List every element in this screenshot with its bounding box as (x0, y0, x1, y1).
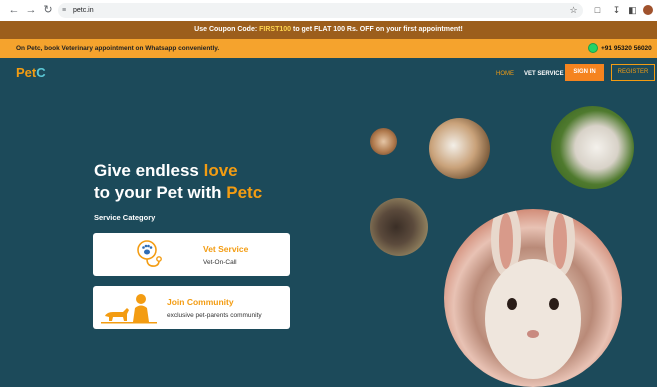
pet-community-icon (101, 294, 157, 324)
forward-icon[interactable]: → (24, 3, 38, 17)
coupon-banner: Use Coupon Code: FIRST100 to get FLAT 10… (0, 21, 657, 39)
logo-accent: C (36, 65, 46, 80)
service-category-title: Service Category (94, 213, 156, 222)
coupon-code: FIRST100 (259, 26, 292, 33)
register-button[interactable]: REGISTER (611, 64, 655, 81)
extensions-icon[interactable]: □ (591, 3, 604, 17)
join-community-title: Join Community (167, 297, 234, 307)
star-icon[interactable]: ☆ (567, 3, 580, 17)
url-text[interactable]: petc.in (73, 4, 94, 17)
hero-line1-text: Give endless (94, 161, 199, 180)
rabbit-illustration (485, 209, 581, 379)
hero-heading-line2: to your Pet with Petc (94, 182, 262, 204)
info-bar: On Petc, book Veterinary appointment on … (0, 39, 657, 58)
nav-vet-services[interactable]: VET SERVICE (524, 70, 564, 78)
vet-service-subtitle: Vet-On-Call (203, 259, 237, 266)
pet-photo-small (370, 128, 397, 155)
hero-line1-highlight: love (203, 161, 238, 180)
pet-photo-rabbit-large (444, 209, 622, 387)
join-community-card[interactable]: Join Community exclusive pet-parents com… (93, 286, 290, 329)
whatsapp-icon (588, 43, 598, 54)
nav-home[interactable]: HOME (496, 70, 514, 78)
coupon-prefix: Use Coupon Code: (194, 26, 258, 33)
site-logo[interactable]: PetC (16, 64, 46, 82)
phone-number[interactable]: +91 95320 56020 (601, 45, 652, 52)
vet-service-title: Vet Service (203, 244, 249, 254)
pet-photo-dogs (429, 118, 490, 179)
join-community-subtitle: exclusive pet-parents community (167, 312, 262, 319)
sidebar-icon[interactable]: ◧ (626, 3, 639, 17)
whatsapp-contact[interactable]: +91 95320 56020 (588, 39, 652, 58)
back-icon[interactable]: ← (7, 3, 21, 17)
coupon-suffix: to get FLAT 100 Rs. OFF on your first ap… (292, 26, 463, 33)
download-icon[interactable]: ↧ (610, 3, 623, 17)
vet-service-card[interactable]: Vet Service Vet-On-Call (93, 233, 290, 276)
hero-line2-highlight: Petc (226, 183, 263, 202)
stethoscope-paw-icon (137, 240, 162, 267)
hero-heading-line1: Give endless love (94, 160, 238, 182)
signin-button[interactable]: SIGN IN (565, 64, 604, 81)
site-settings-icon[interactable]: ≡ (62, 4, 66, 17)
address-bar[interactable] (58, 3, 583, 18)
logo-main: Pet (16, 65, 37, 80)
profile-avatar[interactable] (643, 5, 653, 15)
info-text: On Petc, book Veterinary appointment on … (16, 45, 220, 52)
pet-photo-dog-dark (370, 198, 428, 256)
hero-line2-text: to your Pet with (94, 183, 222, 202)
reload-icon[interactable]: ↻ (41, 3, 55, 17)
pet-photo-rabbit (551, 106, 634, 189)
